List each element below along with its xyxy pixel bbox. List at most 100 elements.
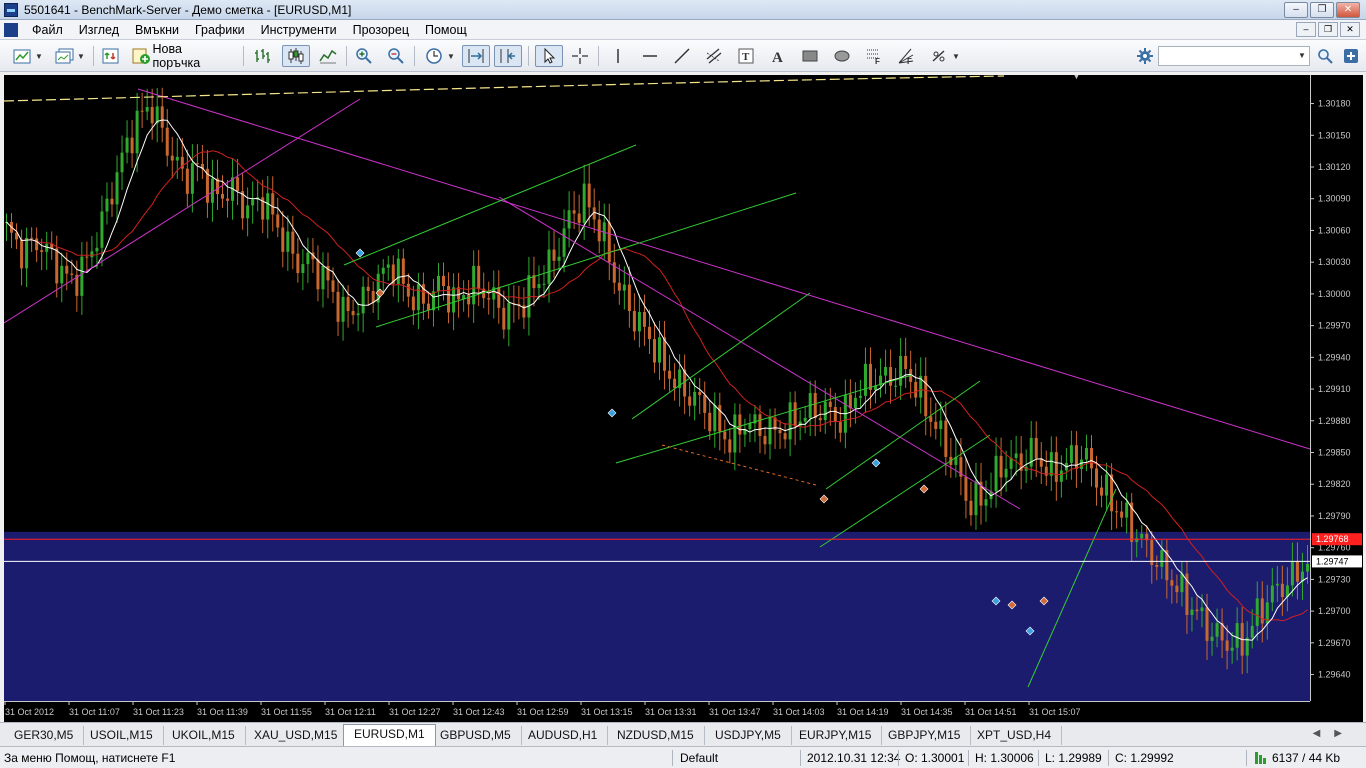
chart-canvas[interactable]: 1.30180 1.30150 1.30120 1.30090 1.30060 1.300… [4,75,1363,722]
community-button[interactable] [1340,45,1362,67]
candle-body [416,284,420,311]
bar-chart-icon [255,49,270,63]
menu-help[interactable]: Помощ [417,20,475,40]
menu-tools[interactable]: Инструменти [253,20,345,40]
candle-body [884,367,888,376]
candle-body [994,455,998,492]
tab-audusd[interactable]: AUDUSD,H1 [518,726,609,745]
candle-body [803,417,807,422]
crosshair-button[interactable] [568,45,592,67]
auto-scroll-button[interactable] [462,45,490,67]
cursor-button[interactable] [535,45,563,67]
new-chart-button[interactable]: ▼ [10,45,46,67]
zoom-out-button[interactable] [384,45,408,67]
candle-body [467,295,471,305]
tab-xau-usd[interactable]: XAU_USD,M15 [244,726,349,745]
price-tick-label: 1.30000 [1318,289,1351,299]
status-traffic: 6137 / 44 Kb [1272,751,1341,765]
time-tick-label: 31 Oct 14:35 [901,707,953,717]
tab-gbpjpy[interactable]: GBPJPY,M15 [878,726,972,745]
chart-shift-button[interactable] [494,45,522,67]
tab-xpt-usd[interactable]: XPT_USD,H4 [967,726,1063,745]
market-watch-button[interactable] [99,45,123,67]
menu-insert[interactable]: Вмъкни [127,20,187,40]
menu-file[interactable]: Файл [24,20,71,40]
mdi-close-button[interactable]: ✕ [1340,22,1360,37]
candle-body [195,163,199,165]
settings-button[interactable] [1134,45,1156,67]
zoom-in-button[interactable] [352,45,376,67]
menu-view[interactable]: Изглед [71,20,127,40]
menu-charts[interactable]: Графики [187,20,253,40]
tab-usoil[interactable]: USOIL,M15 [80,726,164,745]
candle-body [507,302,511,330]
candle-body [351,311,355,316]
candle-body [1260,598,1264,624]
time-tick-label: 31 Oct 11:55 [261,707,312,717]
search-input[interactable]: ▼ [1158,46,1310,66]
candle-body [733,414,737,453]
crosshair-icon [572,48,588,64]
time-tick-label: 31 Oct 13:47 [709,707,761,717]
search-button[interactable] [1314,45,1336,67]
candle-body [246,205,250,219]
equidistant-channel-button[interactable] [702,45,726,67]
tab-eurjpy[interactable]: EURJPY,M15 [789,726,883,745]
vertical-line-button[interactable] [606,45,630,67]
candle-body [858,395,862,398]
trendline-button[interactable] [670,45,694,67]
tab-scroll-arrows[interactable]: ◀▶ [1313,728,1356,739]
tab-ukoil[interactable]: UKOIL,M15 [162,726,246,745]
candle-body [175,156,179,161]
candle-body [336,291,340,322]
rectangle-button[interactable] [798,45,822,67]
tab-nzdusd[interactable]: NZDUSD,M15 [607,726,705,745]
candle-body [1049,452,1053,476]
community-icon [1344,49,1358,63]
price-tick-label: 1.29640 [1318,670,1351,680]
candle-body [150,107,154,124]
new-order-icon [132,48,150,64]
tab-gbpusd[interactable]: GBPUSD,M5 [430,726,522,745]
menu-window[interactable]: Прозорец [345,20,417,40]
periods-button[interactable]: ▼ [420,45,460,67]
candle-body [627,284,631,312]
candle-body [1125,502,1129,518]
candle-body [572,210,576,214]
mdi-minimize-button[interactable]: – [1296,22,1316,37]
profiles-button[interactable]: ▼ [52,45,88,67]
tab-eurusd[interactable]: EURUSD,M1 [343,724,436,746]
candle-body [964,476,968,501]
price-tick-label: 1.29820 [1318,479,1351,489]
price-chart[interactable]: 1.30180 1.30150 1.30120 1.30090 1.30060 1.300… [4,75,1363,722]
close-button[interactable]: ✕ [1336,2,1360,18]
candle-body [1069,445,1073,463]
market-watch-icon [102,48,119,64]
candle-body [487,298,491,300]
fibonacci-retracement-button[interactable]: F [862,45,886,67]
text-label-button[interactable]: A [766,45,790,67]
candlesticks-button[interactable] [282,45,310,67]
candle-body [1034,437,1038,459]
candle-body [708,412,712,432]
candle-body [331,280,335,292]
candle-body [974,481,978,516]
candle-body [160,106,164,128]
search-dropdown-icon[interactable]: ▼ [1295,47,1309,65]
horizontal-line-button[interactable] [638,45,662,67]
minimize-button[interactable]: – [1284,2,1308,18]
bar-chart-button[interactable] [250,45,274,67]
text-button[interactable]: T [734,45,758,67]
fibonacci-fan-button[interactable]: F [894,45,918,67]
search-icon [1318,49,1333,64]
line-chart-button[interactable] [316,45,340,67]
candle-body [748,423,752,430]
tab-ger30[interactable]: GER30,M5 [4,726,85,745]
maximize-button[interactable]: ❐ [1310,2,1334,18]
ellipse-button[interactable] [830,45,854,67]
new-order-button[interactable]: Нова поръчка [130,42,236,70]
tab-usdjpy[interactable]: USDJPY,M5 [705,726,792,745]
more-objects-button[interactable]: ▼ [926,45,964,67]
mdi-restore-button[interactable]: ❐ [1318,22,1338,37]
candle-body [984,499,988,506]
